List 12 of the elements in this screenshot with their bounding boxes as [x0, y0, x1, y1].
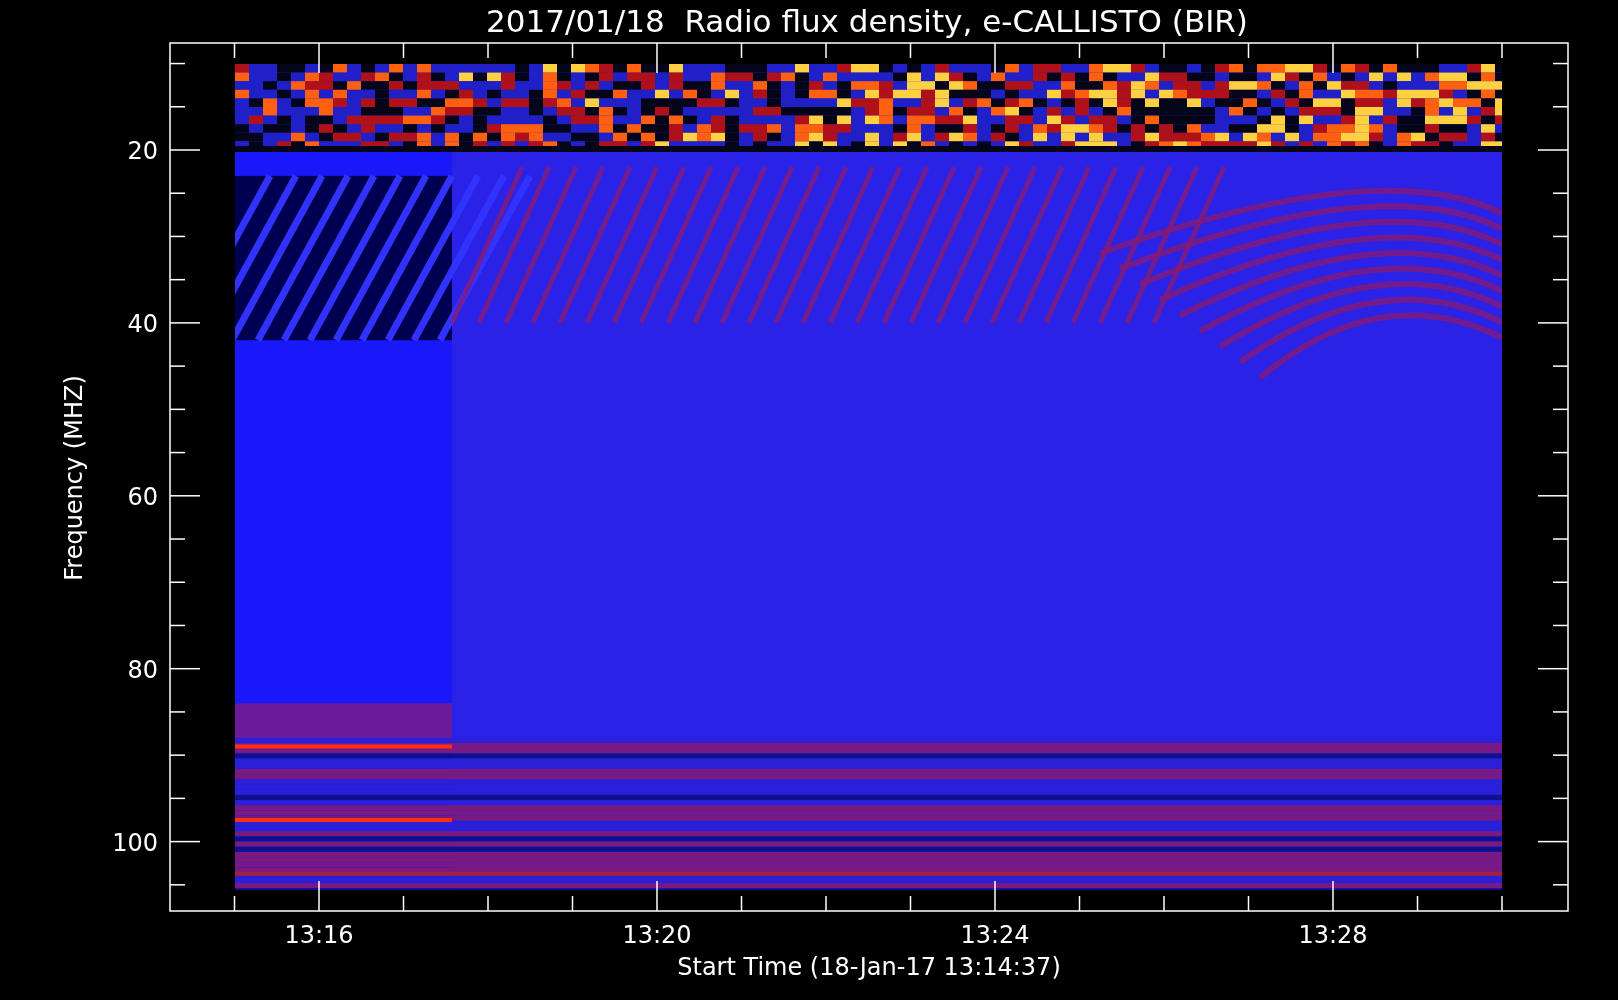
x-tick-label: 13:20	[622, 921, 692, 949]
y-tick-label: 20	[127, 137, 158, 165]
y-tick-label: 80	[127, 655, 158, 684]
y-tick-label: 100	[112, 828, 158, 857]
x-tick-label: 13:28	[1298, 921, 1368, 949]
y-axis-label: Frequency (MHZ)	[60, 375, 88, 581]
x-tick-label: 13:16	[284, 921, 354, 949]
x-axis-label: Start Time (18-Jan-17 13:14:37)	[677, 953, 1061, 981]
y-tick-label: 60	[127, 482, 158, 511]
y-tick-label: 40	[127, 309, 158, 338]
x-tick-label: 13:24	[960, 921, 1030, 949]
chart-title: 2017/01/18 Radio flux density, e-CALLISTO (BIR)	[486, 3, 1248, 39]
